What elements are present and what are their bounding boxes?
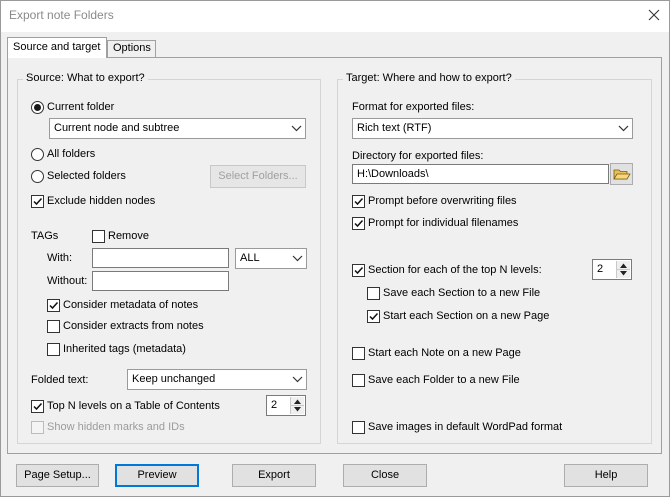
note-new-page-label: Start each Note on a new Page (368, 347, 521, 359)
tab-source-and-target[interactable]: Source and target (7, 37, 107, 58)
select-folders-button[interactable]: Select Folders... (210, 165, 306, 188)
tab-label: Options (113, 42, 151, 54)
top-n-toc-label: Top N levels on a Table of Contents (47, 400, 220, 412)
folder-open-icon (613, 169, 631, 180)
current-folder-radio[interactable] (31, 101, 44, 114)
exclude-hidden-checkbox[interactable] (31, 195, 44, 208)
top-n-toc-value: 2 (271, 399, 278, 411)
help-button[interactable]: Help (564, 464, 648, 487)
folder-new-file-label: Save each Folder to a new File (368, 374, 520, 386)
with-tags-input[interactable] (92, 248, 229, 268)
with-mode-value: ALL (240, 252, 260, 264)
chevron-down-icon (292, 376, 303, 383)
without-label: Without: (47, 275, 88, 287)
section-top-n-checkbox[interactable] (352, 264, 365, 277)
selected-folders-label: Selected folders (47, 170, 126, 182)
check-icon (49, 301, 59, 310)
section-top-n-value: 2 (597, 263, 604, 275)
save-images-wordpad-checkbox[interactable] (352, 421, 365, 434)
arrow-down-icon[interactable] (619, 270, 628, 277)
folded-text-label: Folded text: (31, 374, 89, 386)
check-icon (369, 312, 379, 321)
format-combo[interactable]: Rich text (RTF) (352, 118, 633, 139)
consider-metadata-checkbox[interactable] (47, 299, 60, 312)
consider-metadata-label: Consider metadata of notes (63, 299, 199, 311)
tab-options[interactable]: Options (107, 40, 156, 57)
check-icon (354, 266, 364, 275)
selected-folders-radio[interactable] (31, 170, 44, 183)
with-label: With: (47, 252, 73, 264)
top-n-toc-spinner[interactable]: 2 (266, 395, 306, 416)
spinner-buttons[interactable] (616, 261, 630, 278)
current-folder-label: Current folder (47, 101, 115, 113)
save-section-file-checkbox[interactable] (367, 287, 380, 300)
folded-text-value: Keep unchanged (132, 373, 216, 385)
check-icon (33, 197, 43, 206)
save-section-file-label: Save each Section to a new File (383, 287, 541, 299)
close-button[interactable]: Close (343, 464, 427, 487)
show-hidden-marks-checkbox[interactable] (31, 421, 44, 434)
note-new-page-checkbox[interactable] (352, 347, 365, 360)
top-n-toc-checkbox[interactable] (31, 400, 44, 413)
start-section-page-checkbox[interactable] (367, 310, 380, 323)
preview-button[interactable]: Preview (115, 464, 199, 487)
without-tags-input[interactable] (92, 271, 229, 291)
inherited-tags-label: Inherited tags (metadata) (63, 343, 186, 355)
export-button[interactable]: Export (232, 464, 316, 487)
folder-new-file-checkbox[interactable] (352, 374, 365, 387)
directory-label: Directory for exported files: (352, 150, 484, 162)
consider-extracts-label: Consider extracts from notes (63, 320, 204, 332)
all-folders-radio[interactable] (31, 148, 44, 161)
scope-combo[interactable]: Current node and subtree (49, 118, 306, 139)
directory-input[interactable]: H:\Downloads\ (352, 164, 609, 184)
prompt-overwrite-checkbox[interactable] (352, 195, 365, 208)
target-group-title: Target: Where and how to export? (343, 72, 515, 84)
section-top-n-spinner[interactable]: 2 (592, 259, 632, 280)
all-folders-label: All folders (47, 148, 96, 160)
spinner-buttons[interactable] (290, 397, 304, 414)
format-label: Format for exported files: (352, 101, 475, 113)
close-icon[interactable] (646, 7, 662, 23)
page-setup-button[interactable]: Page Setup... (16, 464, 99, 487)
show-hidden-marks-label: Show hidden marks and IDs (47, 421, 185, 433)
tab-label: Source and target (13, 41, 101, 53)
exclude-hidden-label: Exclude hidden nodes (47, 195, 156, 207)
tags-title: TAGs (31, 230, 59, 242)
with-mode-combo[interactable]: ALL (235, 248, 307, 269)
prompt-filenames-checkbox[interactable] (352, 217, 365, 230)
remove-tags-label: Remove (108, 230, 149, 242)
arrow-up-icon[interactable] (619, 262, 628, 269)
consider-extracts-checkbox[interactable] (47, 320, 60, 333)
browse-folder-button[interactable] (610, 163, 633, 185)
inherited-tags-checkbox[interactable] (47, 343, 60, 356)
arrow-down-icon[interactable] (293, 406, 302, 413)
scope-combo-value: Current node and subtree (54, 122, 180, 134)
section-top-n-label: Section for each of the top N levels: (368, 264, 542, 276)
prompt-overwrite-label: Prompt before overwriting files (368, 195, 517, 207)
arrow-up-icon[interactable] (293, 398, 302, 405)
start-section-page-label: Start each Section on a new Page (383, 310, 550, 322)
window-title: Export note Folders (9, 8, 114, 22)
chevron-down-icon (292, 255, 303, 262)
source-group-title: Source: What to export? (23, 72, 148, 84)
format-value: Rich text (RTF) (357, 122, 432, 134)
chevron-down-icon (618, 125, 629, 132)
check-icon (354, 219, 364, 228)
save-images-wordpad-label: Save images in default WordPad format (368, 421, 563, 433)
check-icon (354, 197, 364, 206)
chevron-down-icon (291, 125, 302, 132)
folded-text-combo[interactable]: Keep unchanged (127, 369, 307, 390)
remove-tags-checkbox[interactable] (92, 230, 105, 243)
check-icon (33, 402, 43, 411)
prompt-filenames-label: Prompt for individual filenames (368, 217, 519, 229)
